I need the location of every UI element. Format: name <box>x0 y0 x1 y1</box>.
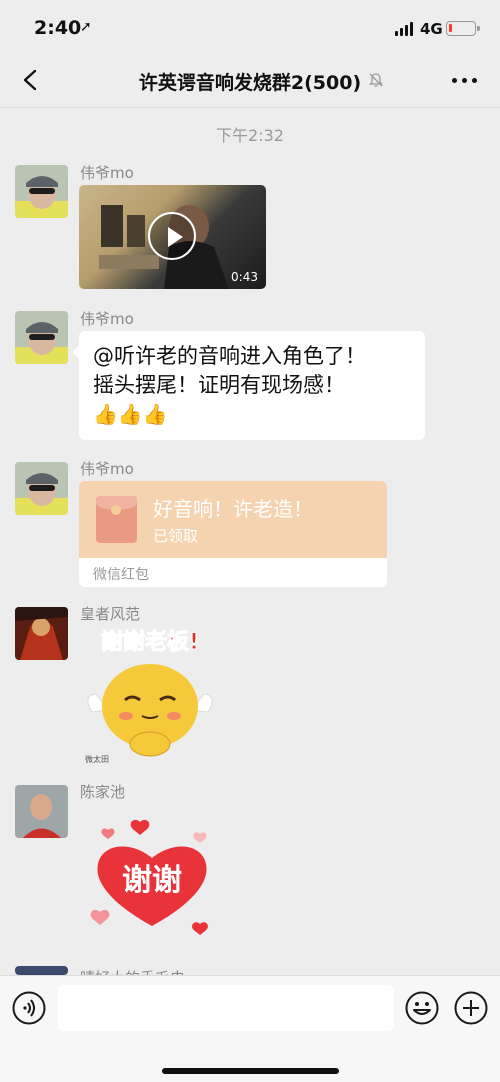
video-message[interactable]: 0:43 <box>79 185 266 289</box>
sender-name: 伟爷mo <box>80 164 134 182</box>
sender-name: 伟爷mo <box>80 310 134 328</box>
home-indicator <box>162 1068 339 1074</box>
message-input[interactable] <box>58 985 394 1031</box>
thumbs-up-emoji: 👍👍👍 <box>93 402 168 426</box>
sender-name: 伟爷mo <box>80 460 134 478</box>
avatar[interactable] <box>15 311 68 364</box>
red-packet-body: 好音响！许老造！ 已领取 <box>79 481 387 558</box>
chat-header: 许英谔音响发烧群2(500) <box>0 52 500 108</box>
sticker-caption: 謝謝老板! <box>101 629 199 655</box>
status-bar: 2:40 ➚ 4G <box>0 0 500 52</box>
avatar[interactable] <box>15 165 68 218</box>
text-message-bubble[interactable]: @听许老的音响进入角色了！ 摇头摆尾！证明有现场感！ 👍👍👍 <box>72 331 425 440</box>
video-duration: 0:43 <box>231 270 258 284</box>
voice-icon[interactable] <box>12 991 46 1025</box>
sender-name: 陈家池 <box>80 783 126 801</box>
message-text-line: 摇头摆尾！证明有现场感！ <box>93 373 345 397</box>
play-icon[interactable] <box>148 212 196 260</box>
plus-icon[interactable] <box>454 991 488 1025</box>
sender-name: 皇者风范 <box>80 605 141 623</box>
status-time: 2:40 <box>34 17 82 39</box>
battery-icon <box>446 21 480 36</box>
more-icon[interactable] <box>452 78 478 84</box>
chat-timestamp: 下午2:32 <box>216 126 284 145</box>
network-label: 4G <box>420 20 443 38</box>
emoji-icon[interactable] <box>405 991 439 1025</box>
sticker-message[interactable]: 谢谢 <box>82 808 222 948</box>
sticker-message[interactable]: 謝謝老板! 微太田 <box>80 624 220 764</box>
avatar[interactable] <box>15 966 68 975</box>
red-packet-icon <box>96 496 137 543</box>
message-text-line: @听许老的音响进入角色了！ <box>93 344 366 368</box>
red-packet-label: 微信红包 <box>93 567 149 583</box>
red-packet-message[interactable]: 好音响！许老造！ 已领取 微信红包 <box>79 481 387 587</box>
red-packet-title: 好音响！许老造！ <box>153 497 313 521</box>
avatar[interactable] <box>15 785 68 838</box>
red-packet-status: 已领取 <box>153 527 199 545</box>
sticker-caption: 谢谢 <box>122 863 182 898</box>
location-arrow-icon: ➚ <box>80 19 92 35</box>
avatar[interactable] <box>15 462 68 515</box>
mute-icon <box>369 73 383 87</box>
input-bar <box>0 975 500 1082</box>
sticker-watermark: 微太田 <box>85 754 109 764</box>
chat-title: 许英谔音响发烧群2(500) <box>138 72 362 94</box>
avatar[interactable] <box>15 607 68 660</box>
signal-icon <box>395 22 415 36</box>
